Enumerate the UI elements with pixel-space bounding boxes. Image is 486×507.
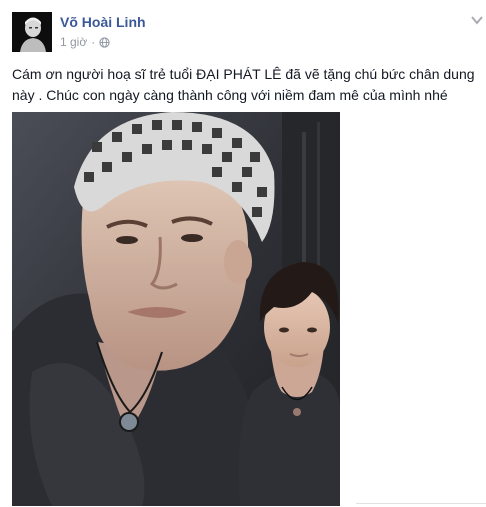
- facebook-post: Võ Hoài Linh 1 giờ · Cám ơn người hoạ sĩ…: [0, 0, 486, 507]
- post-caption: Cám ơn người hoạ sĩ trẻ tuổi ĐẠI PHÁT LÊ…: [12, 66, 475, 103]
- avatar-image: [12, 12, 52, 52]
- portrait-painting-image: [12, 112, 340, 506]
- post-timestamp-link[interactable]: 1 giờ: [60, 35, 87, 49]
- globe-icon[interactable]: [99, 36, 110, 48]
- author-avatar[interactable]: [12, 12, 52, 52]
- chevron-down-icon[interactable]: [470, 14, 484, 26]
- author-name-link[interactable]: Võ Hoài Linh: [60, 14, 146, 30]
- post-photo[interactable]: [12, 112, 340, 506]
- meta-separator: ·: [91, 35, 96, 49]
- divider: [356, 503, 486, 504]
- post-meta: 1 giờ ·: [60, 35, 110, 49]
